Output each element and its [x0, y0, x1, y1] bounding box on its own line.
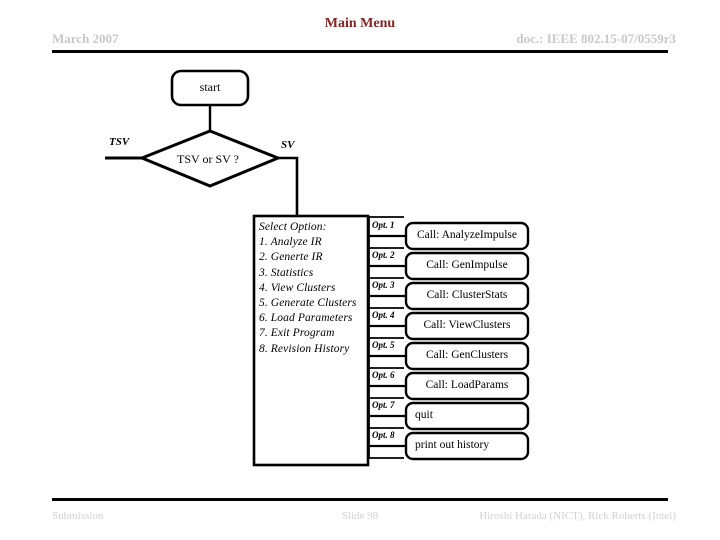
branch-label-sv: SV — [281, 139, 295, 151]
call-label-7: quit — [415, 409, 433, 421]
opt-tag-4: Opt. 4 — [372, 310, 395, 320]
opt-tag-7: Opt. 7 — [372, 400, 395, 410]
opt-tag-8: Opt. 8 — [372, 430, 395, 440]
option-list-item[interactable]: 2. Generte IR — [259, 250, 367, 265]
call-label-4: Call: ViewClusters — [423, 319, 511, 331]
slide-footer: Submission Slide 98 Hiroshi Harada (NICT… — [0, 498, 720, 540]
option-list: Select Option: 1. Analyze IR 2. Generte … — [259, 220, 367, 357]
decision-node-label: TSV or SV ? — [177, 152, 239, 166]
opt-tag-3: Opt. 3 — [372, 280, 395, 290]
call-label-5: Call: GenClusters — [425, 349, 509, 361]
call-label-3: Call: ClusterStats — [426, 289, 508, 301]
start-node-label: start — [199, 80, 221, 94]
option-list-heading: Select Option: — [259, 221, 327, 233]
opt-tag-1: Opt. 1 — [372, 220, 395, 230]
option-list-item[interactable]: 6. Load Parameters — [259, 311, 367, 326]
opt-tag-5: Opt. 5 — [372, 340, 395, 350]
option-list-item[interactable]: 1. Analyze IR — [259, 235, 367, 250]
opt-tag-6: Opt. 6 — [372, 370, 395, 380]
footer-divider — [52, 498, 668, 501]
option-list-item[interactable]: 4. View Clusters — [259, 281, 367, 296]
flowchart-diagram: start TSV or SV ? TSV SV Select Option: … — [0, 0, 720, 540]
option-list-item[interactable]: 8. Revision History — [259, 342, 367, 357]
connector-sv-branch — [278, 156, 299, 216]
opt-tag-2: Opt. 2 — [372, 250, 395, 260]
footer-authors: Hiroshi Harada (NICT), Rick Roberts (Int… — [479, 510, 676, 522]
option-list-item[interactable]: 7. Exit Program — [259, 326, 367, 341]
call-label-1: Call: AnalyzeImpulse — [417, 229, 517, 241]
branch-label-tsv: TSV — [109, 136, 130, 148]
option-list-item[interactable]: 5. Generate Clusters — [259, 296, 367, 311]
option-list-item[interactable]: 3. Statistics — [259, 266, 367, 281]
call-label-6: Call: LoadParams — [425, 379, 509, 391]
call-label-2: Call: GenImpulse — [426, 259, 508, 271]
call-label-8: print out history — [415, 439, 490, 451]
